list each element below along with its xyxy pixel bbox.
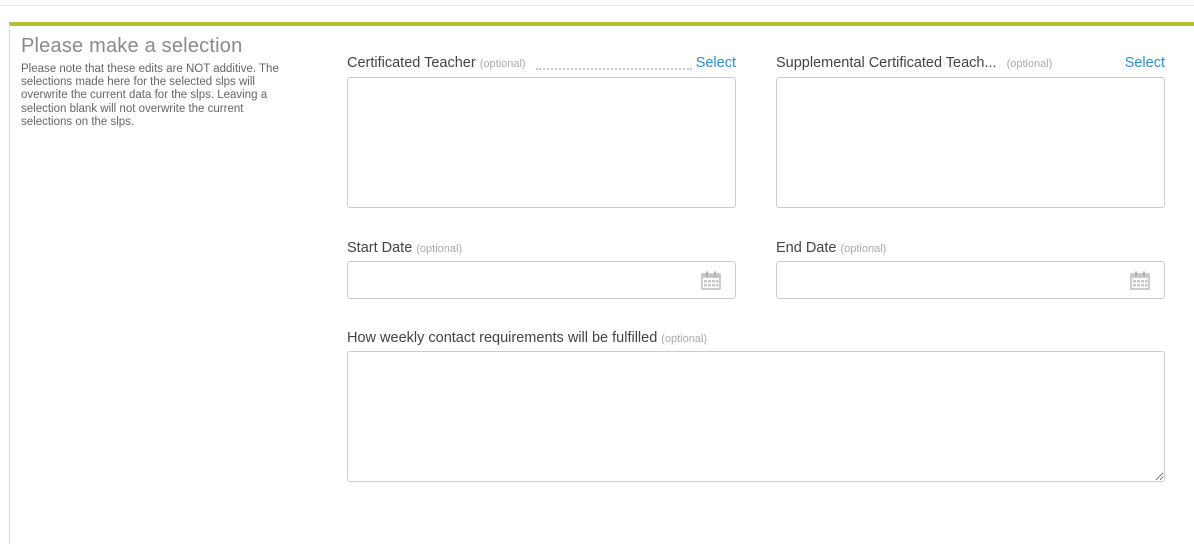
certificated-teacher-select-link[interactable]: Select xyxy=(696,55,736,71)
optional-tag: (optional) xyxy=(661,333,708,345)
section-description: Please note that these edits are NOT add… xyxy=(21,63,279,128)
section-title: Please make a selection xyxy=(21,35,243,57)
supplemental-teacher-label: Supplemental Certificated Teach... xyxy=(776,55,997,71)
weekly-contact-label: How weekly contact requirements will be … xyxy=(347,330,658,346)
optional-tag: (optional) xyxy=(479,58,526,70)
certificated-teacher-label: Certificated Teacher xyxy=(347,55,476,71)
dotted-leader xyxy=(535,60,692,70)
optional-tag: (optional) xyxy=(416,243,463,255)
optional-tag: (optional) xyxy=(1006,58,1053,70)
end-date-input-wrapper xyxy=(776,261,1165,299)
end-date-label: End Date xyxy=(776,240,837,256)
intro-section: Please make a selection Please note that… xyxy=(21,35,291,129)
calendar-icon[interactable] xyxy=(701,271,721,290)
end-date-field: End Date (optional) xyxy=(776,240,1165,299)
start-date-label: Start Date xyxy=(347,240,413,256)
calendar-icon[interactable] xyxy=(1130,271,1150,290)
start-date-field: Start Date (optional) xyxy=(347,240,736,299)
supplemental-teacher-field: Supplemental Certificated Teach... (opti… xyxy=(776,55,1165,208)
weekly-contact-field: How weekly contact requirements will be … xyxy=(347,330,1165,482)
supplemental-teacher-select-link[interactable]: Select xyxy=(1125,55,1165,71)
supplemental-teacher-box[interactable] xyxy=(776,77,1165,208)
end-date-input[interactable] xyxy=(777,262,1106,298)
start-date-input[interactable] xyxy=(348,262,677,298)
certificated-teacher-box[interactable] xyxy=(347,77,736,208)
certificated-teacher-field: Certificated Teacher (optional) Select xyxy=(347,55,736,208)
weekly-contact-textarea[interactable] xyxy=(347,351,1165,482)
optional-tag: (optional) xyxy=(840,243,887,255)
start-date-input-wrapper xyxy=(347,261,736,299)
top-divider xyxy=(0,0,1194,6)
